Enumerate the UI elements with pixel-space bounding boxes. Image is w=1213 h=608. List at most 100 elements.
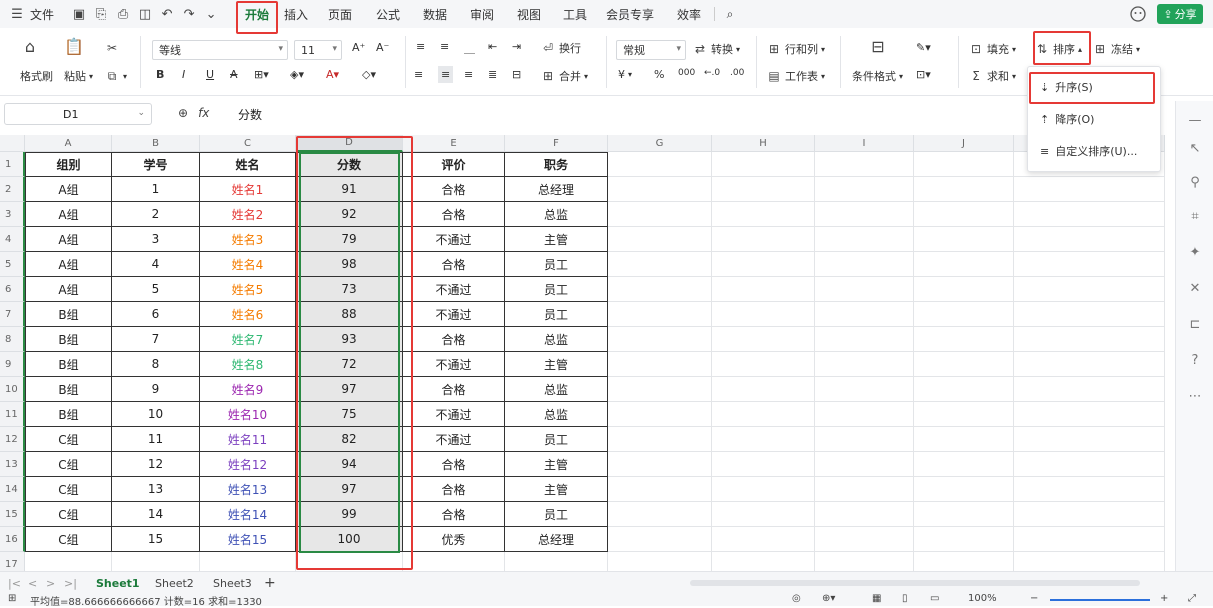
table-cell[interactable] [200, 552, 296, 571]
table-cell[interactable] [608, 327, 712, 352]
table-border-icon[interactable]: ⊡▾ [916, 68, 931, 81]
table-cell[interactable] [608, 452, 712, 477]
table-cell[interactable] [914, 527, 1014, 552]
table-cell[interactable] [815, 427, 914, 452]
row-header[interactable]: 10 [0, 377, 25, 402]
sort-ascending-item[interactable]: ⇣ 升序(S) [1028, 73, 1162, 101]
table-cell[interactable] [608, 202, 712, 227]
table-cell[interactable] [712, 152, 815, 177]
table-cell[interactable] [1014, 427, 1165, 452]
table-cell[interactable] [815, 352, 914, 377]
paste-button[interactable]: 粘贴 ▾ [64, 68, 93, 84]
table-cell[interactable] [712, 327, 815, 352]
table-cell[interactable]: 12 [112, 452, 200, 477]
table-cell[interactable]: 91 [296, 177, 403, 202]
table-cell[interactable] [815, 227, 914, 252]
table-cell[interactable]: 姓名6 [200, 302, 296, 327]
table-cell[interactable]: 合格 [403, 377, 505, 402]
table-cell[interactable] [1014, 252, 1165, 277]
custom-sort-item[interactable]: ≡ 自定义排序(U)... [1028, 137, 1162, 165]
increase-decimal-button[interactable]: ←.0 [704, 68, 720, 78]
table-cell[interactable] [914, 402, 1014, 427]
cursor-icon[interactable]: ↖ [1186, 139, 1204, 157]
filter-icon[interactable]: ⚲ [1186, 173, 1204, 191]
table-cell[interactable] [608, 152, 712, 177]
table-cell[interactable]: A组 [25, 202, 112, 227]
table-cell[interactable] [608, 527, 712, 552]
table-cell[interactable] [505, 552, 608, 571]
cond-format-icon[interactable]: ⊟ [870, 37, 886, 56]
table-cell[interactable] [608, 352, 712, 377]
table-cell[interactable] [1014, 552, 1165, 571]
table-cell[interactable] [712, 227, 815, 252]
table-cell[interactable]: 不通过 [403, 277, 505, 302]
eye-icon[interactable]: ◎ [792, 593, 801, 604]
table-cell[interactable] [914, 477, 1014, 502]
table-cell[interactable] [914, 302, 1014, 327]
table-cell[interactable]: 姓名10 [200, 402, 296, 427]
row-header[interactable]: 13 [0, 452, 25, 477]
table-cell[interactable]: 合格 [403, 252, 505, 277]
table-cell[interactable]: 合格 [403, 452, 505, 477]
normal-view-icon[interactable]: ▦ [872, 593, 881, 604]
table-cell[interactable]: 主管 [505, 452, 608, 477]
table-cell[interactable]: 72 [296, 352, 403, 377]
table-cell[interactable] [914, 152, 1014, 177]
table-cell[interactable]: A组 [25, 177, 112, 202]
table-cell[interactable] [1014, 502, 1165, 527]
table-cell[interactable] [815, 152, 914, 177]
header-cell[interactable]: 组别 [25, 152, 112, 177]
sort-descending-item[interactable]: ⇡ 降序(O) [1028, 105, 1162, 133]
table-cell[interactable] [914, 177, 1014, 202]
table-cell[interactable] [914, 252, 1014, 277]
table-cell[interactable]: 97 [296, 477, 403, 502]
save-icon[interactable]: ▣ [70, 5, 88, 23]
table-cell[interactable] [815, 552, 914, 571]
percent-button[interactable]: % [654, 68, 664, 81]
table-cell[interactable] [608, 477, 712, 502]
table-cell[interactable]: 4 [112, 252, 200, 277]
decrease-decimal-button[interactable]: .00 [730, 68, 744, 78]
table-cell[interactable] [815, 502, 914, 527]
table-cell[interactable]: 合格 [403, 202, 505, 227]
table-cell[interactable] [1014, 302, 1165, 327]
chevron-down-icon[interactable]: ⌄ [202, 5, 220, 23]
table-cell[interactable] [914, 552, 1014, 571]
row-header[interactable]: 2 [0, 177, 25, 202]
table-cell[interactable]: 员工 [505, 302, 608, 327]
table-cell[interactable] [1014, 327, 1165, 352]
align-top-icon[interactable]: ≡ [416, 40, 425, 53]
table-cell[interactable]: 合格 [403, 177, 505, 202]
table-cell[interactable] [608, 177, 712, 202]
table-cell[interactable]: 优秀 [403, 527, 505, 552]
zoom-level[interactable]: 100% [968, 593, 997, 604]
table-cell[interactable]: 总经理 [505, 177, 608, 202]
sum-button[interactable]: Σ 求和 ▾ [968, 68, 1016, 84]
share-link-icon[interactable]: ⎘ [92, 5, 110, 23]
tab-1[interactable]: 插入 [278, 0, 314, 28]
table-cell[interactable]: B组 [25, 327, 112, 352]
italic-button[interactable]: I [182, 68, 185, 81]
table-cell[interactable]: 不通过 [403, 427, 505, 452]
header-cell[interactable]: 职务 [505, 152, 608, 177]
undo-icon[interactable]: ↶ [158, 5, 176, 23]
border-icon[interactable]: ⊞▾ [254, 68, 269, 81]
last-sheet-icon[interactable]: >| [64, 575, 77, 591]
table-cell[interactable] [712, 477, 815, 502]
zoom-in-icon[interactable]: + [1160, 593, 1168, 604]
table-cell[interactable] [914, 427, 1014, 452]
convert-button[interactable]: ⇄ 转换 ▾ [692, 41, 740, 57]
table-cell[interactable]: 姓名3 [200, 227, 296, 252]
tab-3[interactable]: 公式 [366, 0, 410, 28]
table-cell[interactable] [914, 502, 1014, 527]
column-header[interactable]: J [914, 135, 1014, 152]
table-cell[interactable] [608, 277, 712, 302]
add-sheet-icon[interactable]: + [264, 575, 276, 591]
table-cell[interactable]: 94 [296, 452, 403, 477]
book-icon[interactable]: ⊏ [1186, 315, 1204, 333]
table-cell[interactable] [608, 427, 712, 452]
table-cell[interactable] [1014, 227, 1165, 252]
table-cell[interactable]: 员工 [505, 427, 608, 452]
table-cell[interactable] [1014, 377, 1165, 402]
table-cell[interactable]: 93 [296, 327, 403, 352]
